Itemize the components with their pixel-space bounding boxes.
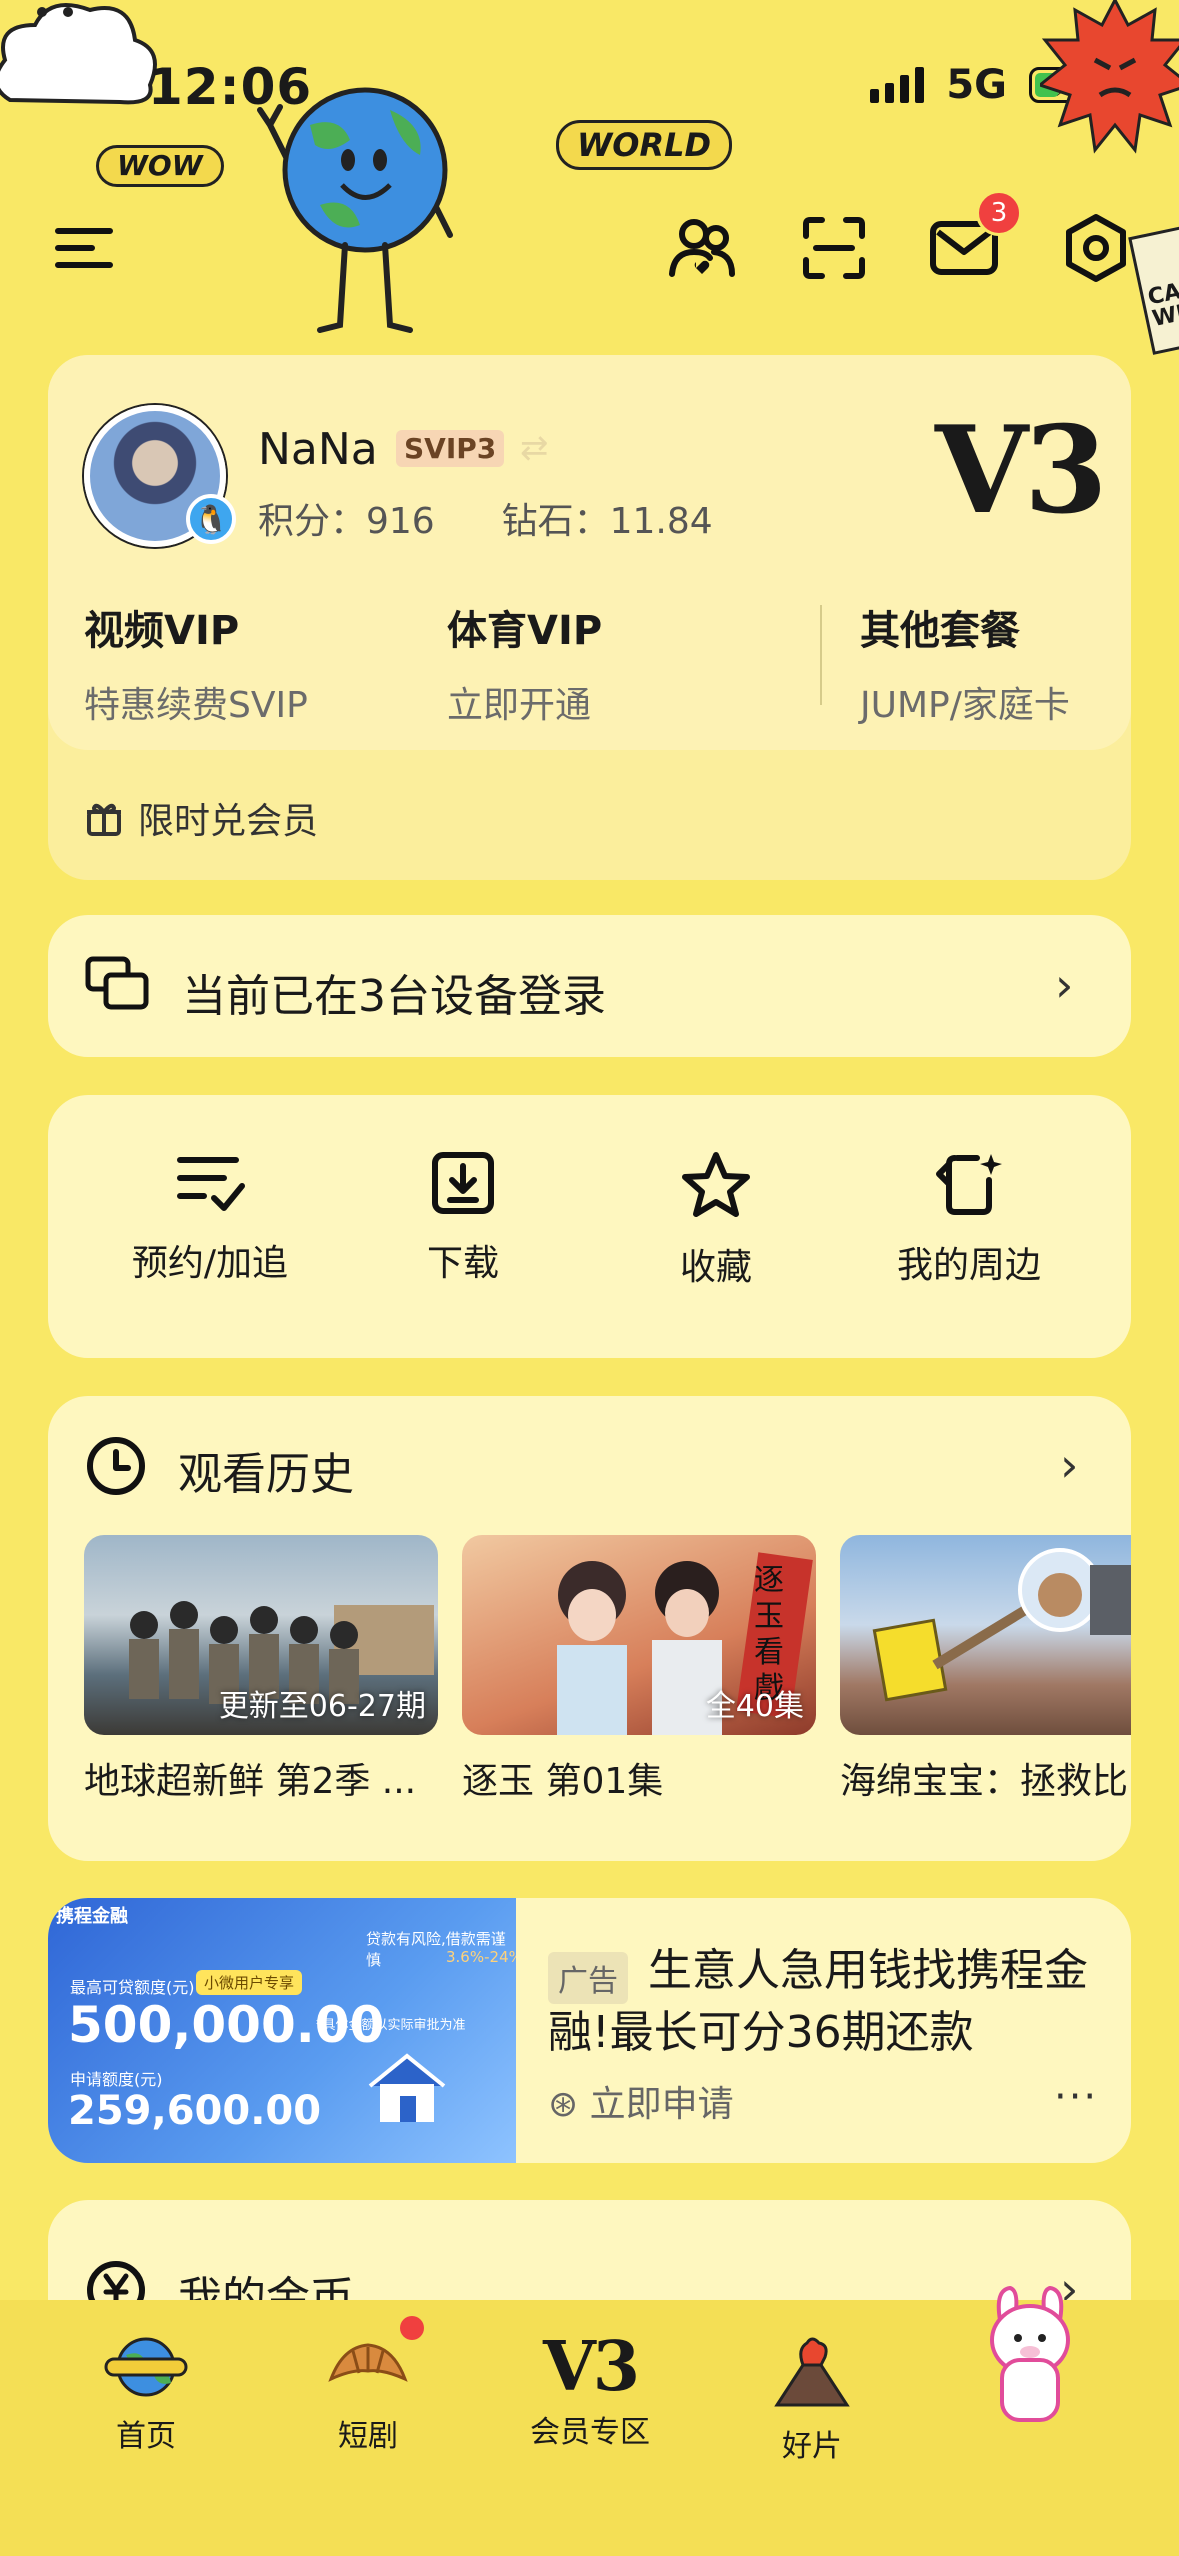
ad-apply-label: 立即申请: [589, 2084, 734, 2125]
redeem-link[interactable]: 限时兑会员: [84, 792, 318, 844]
home-world-icon: [104, 2337, 188, 2397]
vip-level[interactable]: V3: [935, 400, 1108, 541]
shortcut-label: 收藏: [679, 1247, 752, 1288]
clock-icon: [84, 1434, 148, 1502]
reserve-list-icon: [177, 1157, 245, 1211]
menu-icon[interactable]: [46, 210, 122, 286]
shortcut-label: 我的周边: [896, 1245, 1041, 1286]
history-thumb[interactable]: 逐玉看戲 全40集: [462, 1535, 816, 1735]
angry-sun-sticker-icon: [1036, 0, 1179, 164]
cloud-sticker-icon: [0, 0, 170, 124]
ad-rate: 3.6%-24%: [446, 1948, 516, 1966]
history-caption: 海绵宝宝：拯救比: [840, 1761, 1129, 1802]
ad-apply-link[interactable]: ⊛ 立即申请: [548, 2075, 734, 2127]
points-value: 积分：916: [258, 501, 435, 542]
settings-icon[interactable]: [1058, 210, 1134, 286]
svip-badge: SVIP3: [396, 430, 505, 467]
alpaca-icon: [990, 2285, 1070, 2422]
ad-chip: 小微用户专享: [196, 1970, 303, 1995]
switch-account-icon[interactable]: ⇄: [520, 428, 549, 468]
vip-option-title: 其他套餐: [860, 608, 1020, 654]
tab-label: 首页: [116, 2419, 176, 2454]
chevron-right-icon[interactable]: ›: [1060, 1438, 1078, 1492]
history-thumb[interactable]: [840, 1535, 1131, 1735]
ad-tag: 广告: [548, 1952, 628, 2004]
ad-brand: 携程金融: [56, 1906, 128, 1927]
signal-icon: [870, 67, 925, 103]
shortcut-label: 预约/加追: [131, 1243, 289, 1284]
tab-good-films[interactable]: 好片: [712, 2335, 912, 2465]
vip-option-sub: 特惠续费SVIP: [84, 685, 308, 726]
tab-label: 短剧: [338, 2419, 398, 2454]
globe-mascot-icon: [250, 85, 470, 349]
chevron-right-icon: ›: [1055, 958, 1074, 1012]
merch-icon: [936, 1154, 1002, 1215]
vip-option-sub: 立即开通: [447, 685, 592, 726]
friends-icon[interactable]: [664, 210, 740, 286]
house-icon: [368, 2053, 446, 2122]
ad-title[interactable]: 生意人急用钱找携程金融!最长可分36期还款: [548, 1940, 1108, 2064]
history-tag: 全40集: [705, 1689, 804, 1724]
side-sign-sticker: CA WE: [1128, 225, 1179, 355]
shortcut-merch[interactable]: 我的周边: [844, 1150, 1094, 1288]
croissant-icon: [328, 2343, 408, 2382]
ad-note: *具体金额以实际审批为准: [316, 2018, 466, 2033]
arrow-circle-icon: ⊛: [548, 2084, 579, 2125]
volcano-icon: [774, 2337, 850, 2407]
history-caption: 逐玉 第01集: [462, 1761, 664, 1802]
shortcut-download[interactable]: 下载: [338, 1150, 588, 1286]
shortcut-favorites[interactable]: 收藏: [591, 1150, 841, 1290]
device-login-label: 当前已在3台设备登录: [182, 971, 606, 1022]
devices-icon: [84, 955, 150, 1017]
tab-home[interactable]: 首页: [46, 2335, 246, 2455]
qq-icon: 🐧: [186, 494, 236, 544]
more-icon[interactable]: ···: [1054, 2074, 1098, 2120]
watch-history-title[interactable]: 观看历史: [178, 1438, 354, 1502]
ad-label: 最高可贷额度(元): [70, 1978, 195, 1997]
user-name[interactable]: NaNa: [258, 424, 378, 475]
mail-badge: 3: [976, 190, 1022, 236]
vip-option-title: 视频VIP: [84, 608, 240, 654]
history-tag: 更新至06-27期: [218, 1689, 426, 1724]
notification-dot: [400, 2316, 424, 2340]
shortcut-reserve[interactable]: 预约/加追: [85, 1150, 335, 1286]
tab-short-drama[interactable]: 短剧: [268, 2335, 468, 2455]
scan-icon[interactable]: [796, 210, 872, 286]
tab-vip-zone[interactable]: V3 会员专区: [490, 2327, 690, 2451]
tab-label: 会员专区: [530, 2415, 650, 2450]
history-caption: 地球超新鲜 第2季 ...: [84, 1761, 417, 1802]
vip-option-title: 体育VIP: [447, 608, 603, 654]
ad-image[interactable]: 携程金融 贷款有风险,借款需谨慎 3.6%-24% 最高可贷额度(元) 小微用户…: [48, 1898, 516, 2163]
vip-option-sub: JUMP/家庭卡: [860, 685, 1070, 726]
gift-icon: [87, 803, 121, 836]
points-row: 积分：916 钻石：11.84: [258, 492, 713, 544]
redeem-label: 限时兑会员: [138, 801, 319, 842]
diamonds-value: 钻石：11.84: [501, 501, 713, 542]
world-sticker: WORLD: [556, 120, 733, 170]
wow-sticker: WOW: [96, 145, 224, 187]
ad-label: 申请额度(元): [70, 2070, 163, 2089]
shortcut-label: 下载: [426, 1243, 499, 1284]
ad-amount: 259,600.00: [68, 2088, 322, 2134]
download-icon: [432, 1152, 494, 1214]
network-label: 5G: [946, 62, 1007, 108]
divider: [820, 605, 822, 705]
v3-icon: V3: [542, 2327, 640, 2407]
history-thumb[interactable]: 更新至06-27期: [84, 1535, 438, 1735]
tab-profile-mascot[interactable]: [930, 2280, 1130, 2434]
tab-label: 好片: [782, 2429, 842, 2464]
vip-option-video[interactable]: 视频VIP 特惠续费SVIP: [84, 598, 308, 728]
star-icon: [682, 1152, 750, 1217]
vip-option-sports[interactable]: 体育VIP 立即开通: [447, 598, 602, 728]
vip-option-other[interactable]: 其他套餐 JUMP/家庭卡: [860, 598, 1070, 728]
